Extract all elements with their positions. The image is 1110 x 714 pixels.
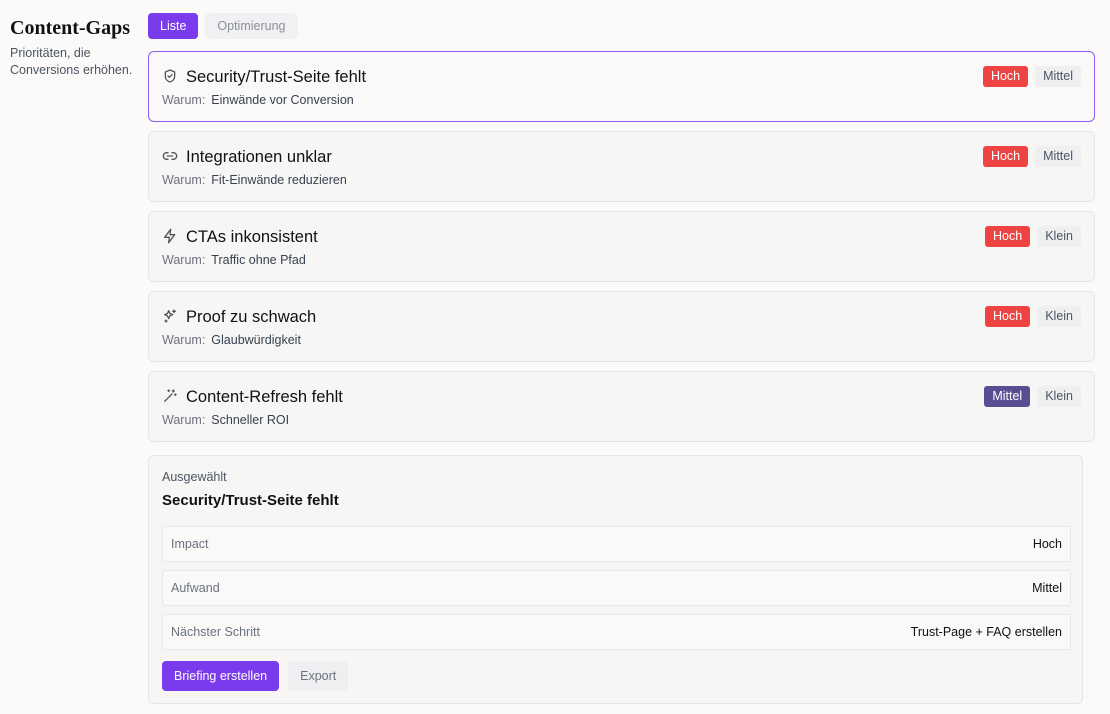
page-title: Content-Gaps xyxy=(10,17,131,39)
reason-text: Traffic ohne Pfad xyxy=(211,253,306,267)
gap-card-refresh[interactable]: Content-Refresh fehlt Warum: Schneller RO… xyxy=(148,371,1095,442)
effort-badge: Mittel xyxy=(1035,146,1081,167)
row-value: Hoch xyxy=(1032,537,1062,551)
gap-reason: Warum: Schneller ROI xyxy=(162,413,289,427)
reason-text: Glaubwürdigkeit xyxy=(211,333,301,347)
reason-label: Warum: xyxy=(162,173,206,187)
reason-text: Einwände vor Conversion xyxy=(211,93,354,107)
shield-icon xyxy=(164,69,176,83)
detail-row-impact: Impact Hoch xyxy=(162,526,1071,562)
page-subtitle: Prioritäten, die Conversions erhöhen. xyxy=(10,46,133,77)
reason-text: Schneller ROI xyxy=(211,413,290,427)
wand-icon xyxy=(164,389,177,402)
gap-list: Security/Trust-Seite fehlt Warum: Einwänd… xyxy=(148,51,1095,442)
detail-row-next-step: Nächster Schritt Trust-Page + FAQ erstel… xyxy=(162,614,1071,650)
detail-row-effort: Aufwand Mittel xyxy=(162,570,1071,606)
gap-card-integrations[interactable]: Integrationen unklar Warum: Fit-Einwände … xyxy=(148,131,1095,202)
sparkles-icon xyxy=(164,309,176,323)
view-tabs: Liste Optimierung xyxy=(148,13,1095,39)
gap-reason: Warum: Einwände vor Conversion xyxy=(162,93,354,107)
gap-reason: Warum: Fit-Einwände reduzieren xyxy=(162,173,347,187)
reason-label: Warum: xyxy=(162,413,206,427)
gap-badges: Hoch Mittel xyxy=(982,66,1081,87)
effort-badge: Mittel xyxy=(1035,66,1081,87)
gap-card-proof[interactable]: Proof zu schwach Warum: Glaubwürdigkeit H… xyxy=(148,291,1095,362)
gap-title: Proof zu schwach xyxy=(186,308,317,326)
impact-badge: Hoch xyxy=(985,306,1031,327)
gap-badges: Hoch Klein xyxy=(985,226,1081,247)
reason-label: Warum: xyxy=(162,253,206,267)
detail-rows: Impact Hoch Aufwand Mittel Nächster Schr… xyxy=(162,526,1071,650)
export-button[interactable]: Export xyxy=(288,661,349,691)
main-content: Liste Optimierung Security/Trust-Seite f… xyxy=(148,13,1095,442)
gap-reason: Warum: Traffic ohne Pfad xyxy=(162,253,306,267)
reason-text: Fit-Einwände reduzieren xyxy=(211,173,347,187)
row-key: Nächster Schritt xyxy=(171,625,260,639)
gap-badges: Mittel Klein xyxy=(984,386,1081,407)
row-key: Impact xyxy=(171,537,209,551)
impact-badge: Mittel xyxy=(984,386,1031,407)
detail-title: Security/Trust-Seite fehlt xyxy=(162,492,339,509)
zap-icon xyxy=(164,228,176,244)
gap-badges: Hoch Mittel xyxy=(982,146,1081,167)
row-value: Trust-Page + FAQ erstellen xyxy=(910,625,1062,639)
selected-detail-panel: Ausgewählt Security/Trust-Seite fehlt Im… xyxy=(148,455,1083,704)
impact-badge: Hoch xyxy=(985,226,1031,247)
gap-reason: Warum: Glaubwürdigkeit xyxy=(162,333,301,347)
gap-card-security[interactable]: Security/Trust-Seite fehlt Warum: Einwänd… xyxy=(148,51,1095,122)
row-key: Aufwand xyxy=(171,581,220,595)
gap-title: Integrationen unklar xyxy=(186,148,332,166)
row-value: Mittel xyxy=(1032,581,1062,595)
gap-title: CTAs inkonsistent xyxy=(186,228,318,246)
gap-card-ctas[interactable]: CTAs inkonsistent Warum: Traffic ohne Pfa… xyxy=(148,211,1095,282)
effort-badge: Klein xyxy=(1037,306,1081,327)
link-icon xyxy=(162,152,178,160)
gap-title: Security/Trust-Seite fehlt xyxy=(186,68,367,86)
effort-badge: Klein xyxy=(1037,226,1081,247)
impact-badge: Hoch xyxy=(982,66,1029,87)
tab-liste[interactable]: Liste xyxy=(148,13,199,39)
reason-label: Warum: xyxy=(162,333,206,347)
create-briefing-button[interactable]: Briefing erstellen xyxy=(162,661,280,691)
tab-optimierung[interactable]: Optimierung xyxy=(205,13,298,39)
page-header: Content-Gaps Prioritäten, die Conversion… xyxy=(10,16,142,79)
effort-badge: Klein xyxy=(1037,386,1081,407)
gap-title: Content-Refresh fehlt xyxy=(186,388,343,406)
detail-actions: Briefing erstellen Export xyxy=(162,661,349,691)
reason-label: Warum: xyxy=(162,93,206,107)
detail-label: Ausgewählt xyxy=(162,470,227,484)
gap-badges: Hoch Klein xyxy=(985,306,1081,327)
impact-badge: Hoch xyxy=(982,146,1029,167)
